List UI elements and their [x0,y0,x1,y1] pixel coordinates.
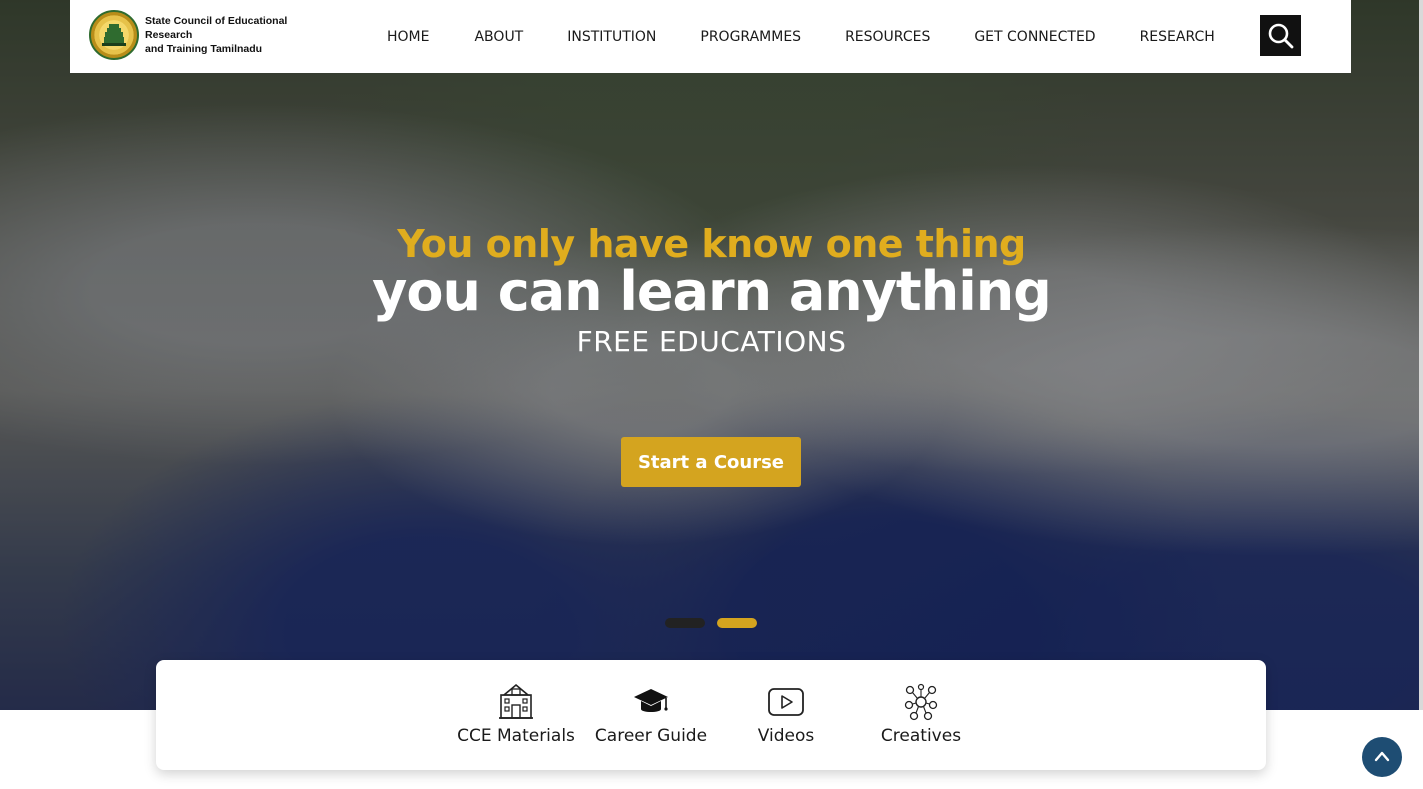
nav-research[interactable]: RESEARCH [1140,29,1215,45]
quick-link-label: Creatives [880,726,962,746]
nav-about[interactable]: ABOUT [474,29,523,45]
network-people-icon [902,682,940,722]
quick-links-card: CCE Materials Career Guide Videos Creati… [156,660,1266,770]
quick-link-label: Videos [757,726,815,746]
scroll-to-top-button[interactable] [1362,737,1402,777]
quick-link-creatives[interactable]: Creatives [853,682,989,746]
main-nav: HOME ABOUT INSTITUTION PROGRAMMES RESOUR… [387,0,1215,73]
nav-get-connected[interactable]: GET CONNECTED [974,29,1095,45]
carousel-dot-2[interactable] [717,618,757,628]
site-logo[interactable]: State Council of Educational Research an… [89,10,335,60]
nav-resources[interactable]: RESOURCES [845,29,930,45]
play-video-icon [767,682,805,722]
quick-link-cce-materials[interactable]: CCE Materials [448,682,584,746]
hero-subheading: FREE EDUCATIONS [576,325,847,358]
quick-link-label: Career Guide [594,726,708,746]
carousel-dot-1[interactable] [665,618,705,628]
top-navbar: State Council of Educational Research an… [70,0,1351,73]
chevron-up-icon [1374,751,1390,762]
search-icon [1268,23,1293,48]
search-button[interactable] [1260,15,1301,56]
graduation-cap-icon [632,682,670,722]
nav-institution[interactable]: INSTITUTION [567,29,656,45]
hero-banner: You only have know one thing you can lea… [0,0,1423,710]
quick-link-videos[interactable]: Videos [718,682,854,746]
quick-link-career-guide[interactable]: Career Guide [583,682,719,746]
quick-link-label: CCE Materials [457,726,575,746]
nav-home[interactable]: HOME [387,29,429,45]
emblem-icon [89,10,139,60]
school-building-icon [498,682,534,722]
logo-text: State Council of Educational Research an… [145,14,335,56]
hero-headline-main: you can learn anything [372,260,1052,323]
carousel-indicators [665,618,757,628]
logo-line-2: and Training Tamilnadu [145,43,263,55]
nav-programmes[interactable]: PROGRAMMES [700,29,801,45]
logo-line-1: State Council of Educational Research [145,15,288,41]
start-course-button[interactable]: Start a Course [621,437,801,487]
